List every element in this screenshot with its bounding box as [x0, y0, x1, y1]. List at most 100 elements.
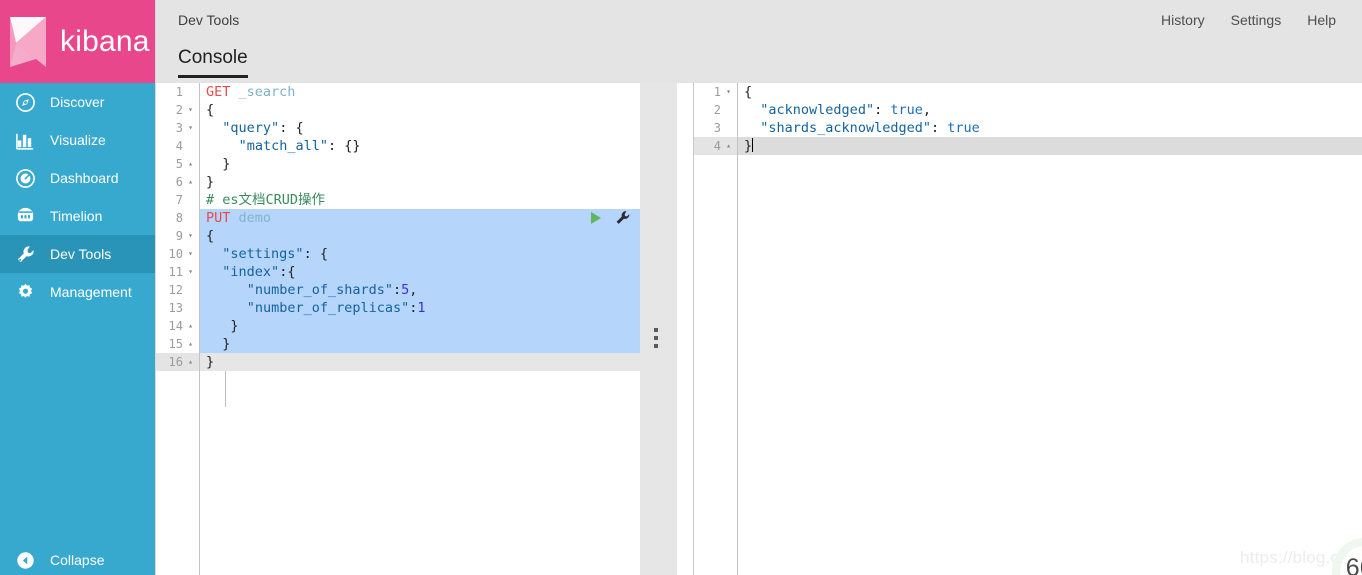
wrench-icon: [14, 243, 36, 265]
fold-toggle-icon[interactable]: ▾: [724, 83, 733, 101]
line-number: 3: [713, 121, 721, 135]
fold-toggle-icon[interactable]: ▾: [186, 119, 195, 137]
code-line[interactable]: "shards_acknowledged": true: [738, 119, 1362, 137]
sidebar-item-management[interactable]: Management: [0, 273, 155, 311]
text-caret: [752, 138, 754, 152]
gutter-line[interactable]: 12: [156, 281, 199, 299]
fold-toggle-icon[interactable]: ▴: [186, 155, 195, 173]
request-code[interactable]: GET _search{ "query": { "match_all": {} …: [200, 83, 640, 575]
sidebar-collapse-button[interactable]: Collapse: [0, 545, 155, 575]
history-link[interactable]: History: [1161, 12, 1205, 28]
fold-toggle-icon[interactable]: ▾: [186, 245, 195, 263]
code-line[interactable]: PUT demo: [200, 209, 640, 227]
wrench-icon[interactable]: [615, 210, 631, 226]
help-link[interactable]: Help: [1307, 12, 1336, 28]
gutter-line[interactable]: 3 ▾: [156, 119, 199, 137]
fold-toggle-icon[interactable]: ▴: [724, 137, 733, 155]
gutter-line[interactable]: 15 ▴: [156, 335, 199, 353]
fold-toggle-icon[interactable]: ▴: [186, 317, 195, 335]
fold-toggle-icon[interactable]: ▾: [186, 101, 195, 119]
code-line[interactable]: "number_of_replicas":1: [200, 299, 640, 317]
sidebar-item-timelion[interactable]: Timelion: [0, 197, 155, 235]
gutter-line[interactable]: 9 ▾: [156, 227, 199, 245]
gutter-line[interactable]: 2 ▾: [156, 101, 199, 119]
code-line[interactable]: "acknowledged": true,: [738, 101, 1362, 119]
code-line[interactable]: # es文档CRUD操作: [200, 191, 640, 209]
compass-icon: [14, 91, 36, 113]
gutter-line[interactable]: 13: [156, 299, 199, 317]
sidebar-item-visualize[interactable]: Visualize: [0, 121, 155, 159]
panel-splitter[interactable]: [640, 83, 693, 575]
play-icon[interactable]: [589, 211, 603, 225]
code-line[interactable]: }: [738, 137, 1362, 155]
console-request-editor[interactable]: 1 2 ▾ 3 ▾ 4 5 ▴ 6 ▴ 7 8 9 ▾ 10 ▾ 11 ▾ 12 13 14 ▴ 15 ▴ 16 ▴ GET _s…: [156, 83, 640, 575]
line-number: 12: [168, 283, 183, 297]
fold-toggle-icon[interactable]: ▴: [186, 353, 195, 371]
sidebar-item-dashboard[interactable]: Dashboard: [0, 159, 155, 197]
line-number: 3: [175, 121, 183, 135]
sidebar-item-label: Discover: [50, 94, 105, 110]
gutter-line[interactable]: 1: [156, 83, 199, 101]
code-line[interactable]: }: [200, 335, 640, 353]
gutter-line[interactable]: 5 ▴: [156, 155, 199, 173]
fold-toggle-icon[interactable]: ▴: [186, 173, 195, 191]
line-number: 9: [175, 229, 183, 243]
line-number: 2: [713, 103, 721, 117]
sidebar-item-dev-tools[interactable]: Dev Tools: [0, 235, 155, 273]
code-line[interactable]: "number_of_shards":5,: [200, 281, 640, 299]
gutter-line[interactable]: 3: [694, 119, 737, 137]
code-line[interactable]: }: [200, 317, 640, 335]
code-line[interactable]: GET _search: [200, 83, 640, 101]
code-line[interactable]: }: [200, 353, 640, 371]
response-code[interactable]: { "acknowledged": true, "shards_acknowle…: [738, 83, 1362, 575]
code-line[interactable]: "settings": {: [200, 245, 640, 263]
code-line[interactable]: "match_all": {}: [200, 137, 640, 155]
settings-link[interactable]: Settings: [1231, 12, 1282, 28]
gutter-line[interactable]: 1 ▾: [694, 83, 737, 101]
kibana-dev-tools-app: kibana Discover Visualize Dashboard Time…: [0, 0, 1362, 575]
line-number: 1: [713, 85, 721, 99]
gutter-line[interactable]: 2: [694, 101, 737, 119]
gutter-line[interactable]: 11 ▾: [156, 263, 199, 281]
line-number: 10: [168, 247, 183, 261]
code-line[interactable]: }: [200, 155, 640, 173]
tab-console[interactable]: Console: [178, 47, 248, 78]
console-response-editor[interactable]: 1 ▾ 2 3 4 ▴ { "acknowledged": true, "shards_a…: [693, 83, 1362, 575]
sidebar-item-discover[interactable]: Discover: [0, 83, 155, 121]
sidebar-item-label: Visualize: [50, 132, 106, 148]
bar-chart-icon: [14, 129, 36, 151]
tab-bar: Console: [155, 47, 1362, 83]
line-number: 4: [175, 139, 183, 153]
fold-toggle-icon[interactable]: ▴: [186, 335, 195, 353]
timelion-icon: [14, 205, 36, 227]
fold-toggle-icon[interactable]: ▾: [186, 263, 195, 281]
line-number: 16: [168, 355, 183, 369]
code-line[interactable]: }: [200, 173, 640, 191]
line-number: 2: [175, 103, 183, 117]
line-number: 1: [175, 85, 183, 99]
code-line[interactable]: {: [200, 101, 640, 119]
kibana-logo-mark: [6, 15, 54, 69]
gutter-line[interactable]: 8: [156, 209, 199, 227]
gutter-line[interactable]: 16 ▴: [156, 353, 199, 371]
gutter-line[interactable]: 4: [156, 137, 199, 155]
gutter-line[interactable]: 7: [156, 191, 199, 209]
code-line[interactable]: "query": {: [200, 119, 640, 137]
chevron-left-circle-icon: [14, 549, 36, 571]
dashboard-icon: [14, 167, 36, 189]
code-line[interactable]: "index":{: [200, 263, 640, 281]
topbar-links: History Settings Help: [1161, 12, 1336, 28]
request-gutter: 1 2 ▾ 3 ▾ 4 5 ▴ 6 ▴ 7 8 9 ▾ 10 ▾ 11 ▾ 12 13 14 ▴ 15 ▴ 16 ▴: [156, 83, 200, 575]
kibana-logo[interactable]: kibana: [0, 0, 155, 83]
main-content: Dev Tools History Settings Help Console …: [155, 0, 1362, 575]
code-line[interactable]: {: [200, 227, 640, 245]
gutter-line[interactable]: 14 ▴: [156, 317, 199, 335]
gutter-line[interactable]: 6 ▴: [156, 173, 199, 191]
line-number: 13: [168, 301, 183, 315]
fold-toggle-icon[interactable]: ▾: [186, 227, 195, 245]
code-line[interactable]: {: [738, 83, 1362, 101]
gutter-line[interactable]: 10 ▾: [156, 245, 199, 263]
global-nav-sidebar: kibana Discover Visualize Dashboard Time…: [0, 0, 155, 575]
splitter-grip-handle[interactable]: [654, 328, 660, 348]
gutter-line[interactable]: 4 ▴: [694, 137, 737, 155]
